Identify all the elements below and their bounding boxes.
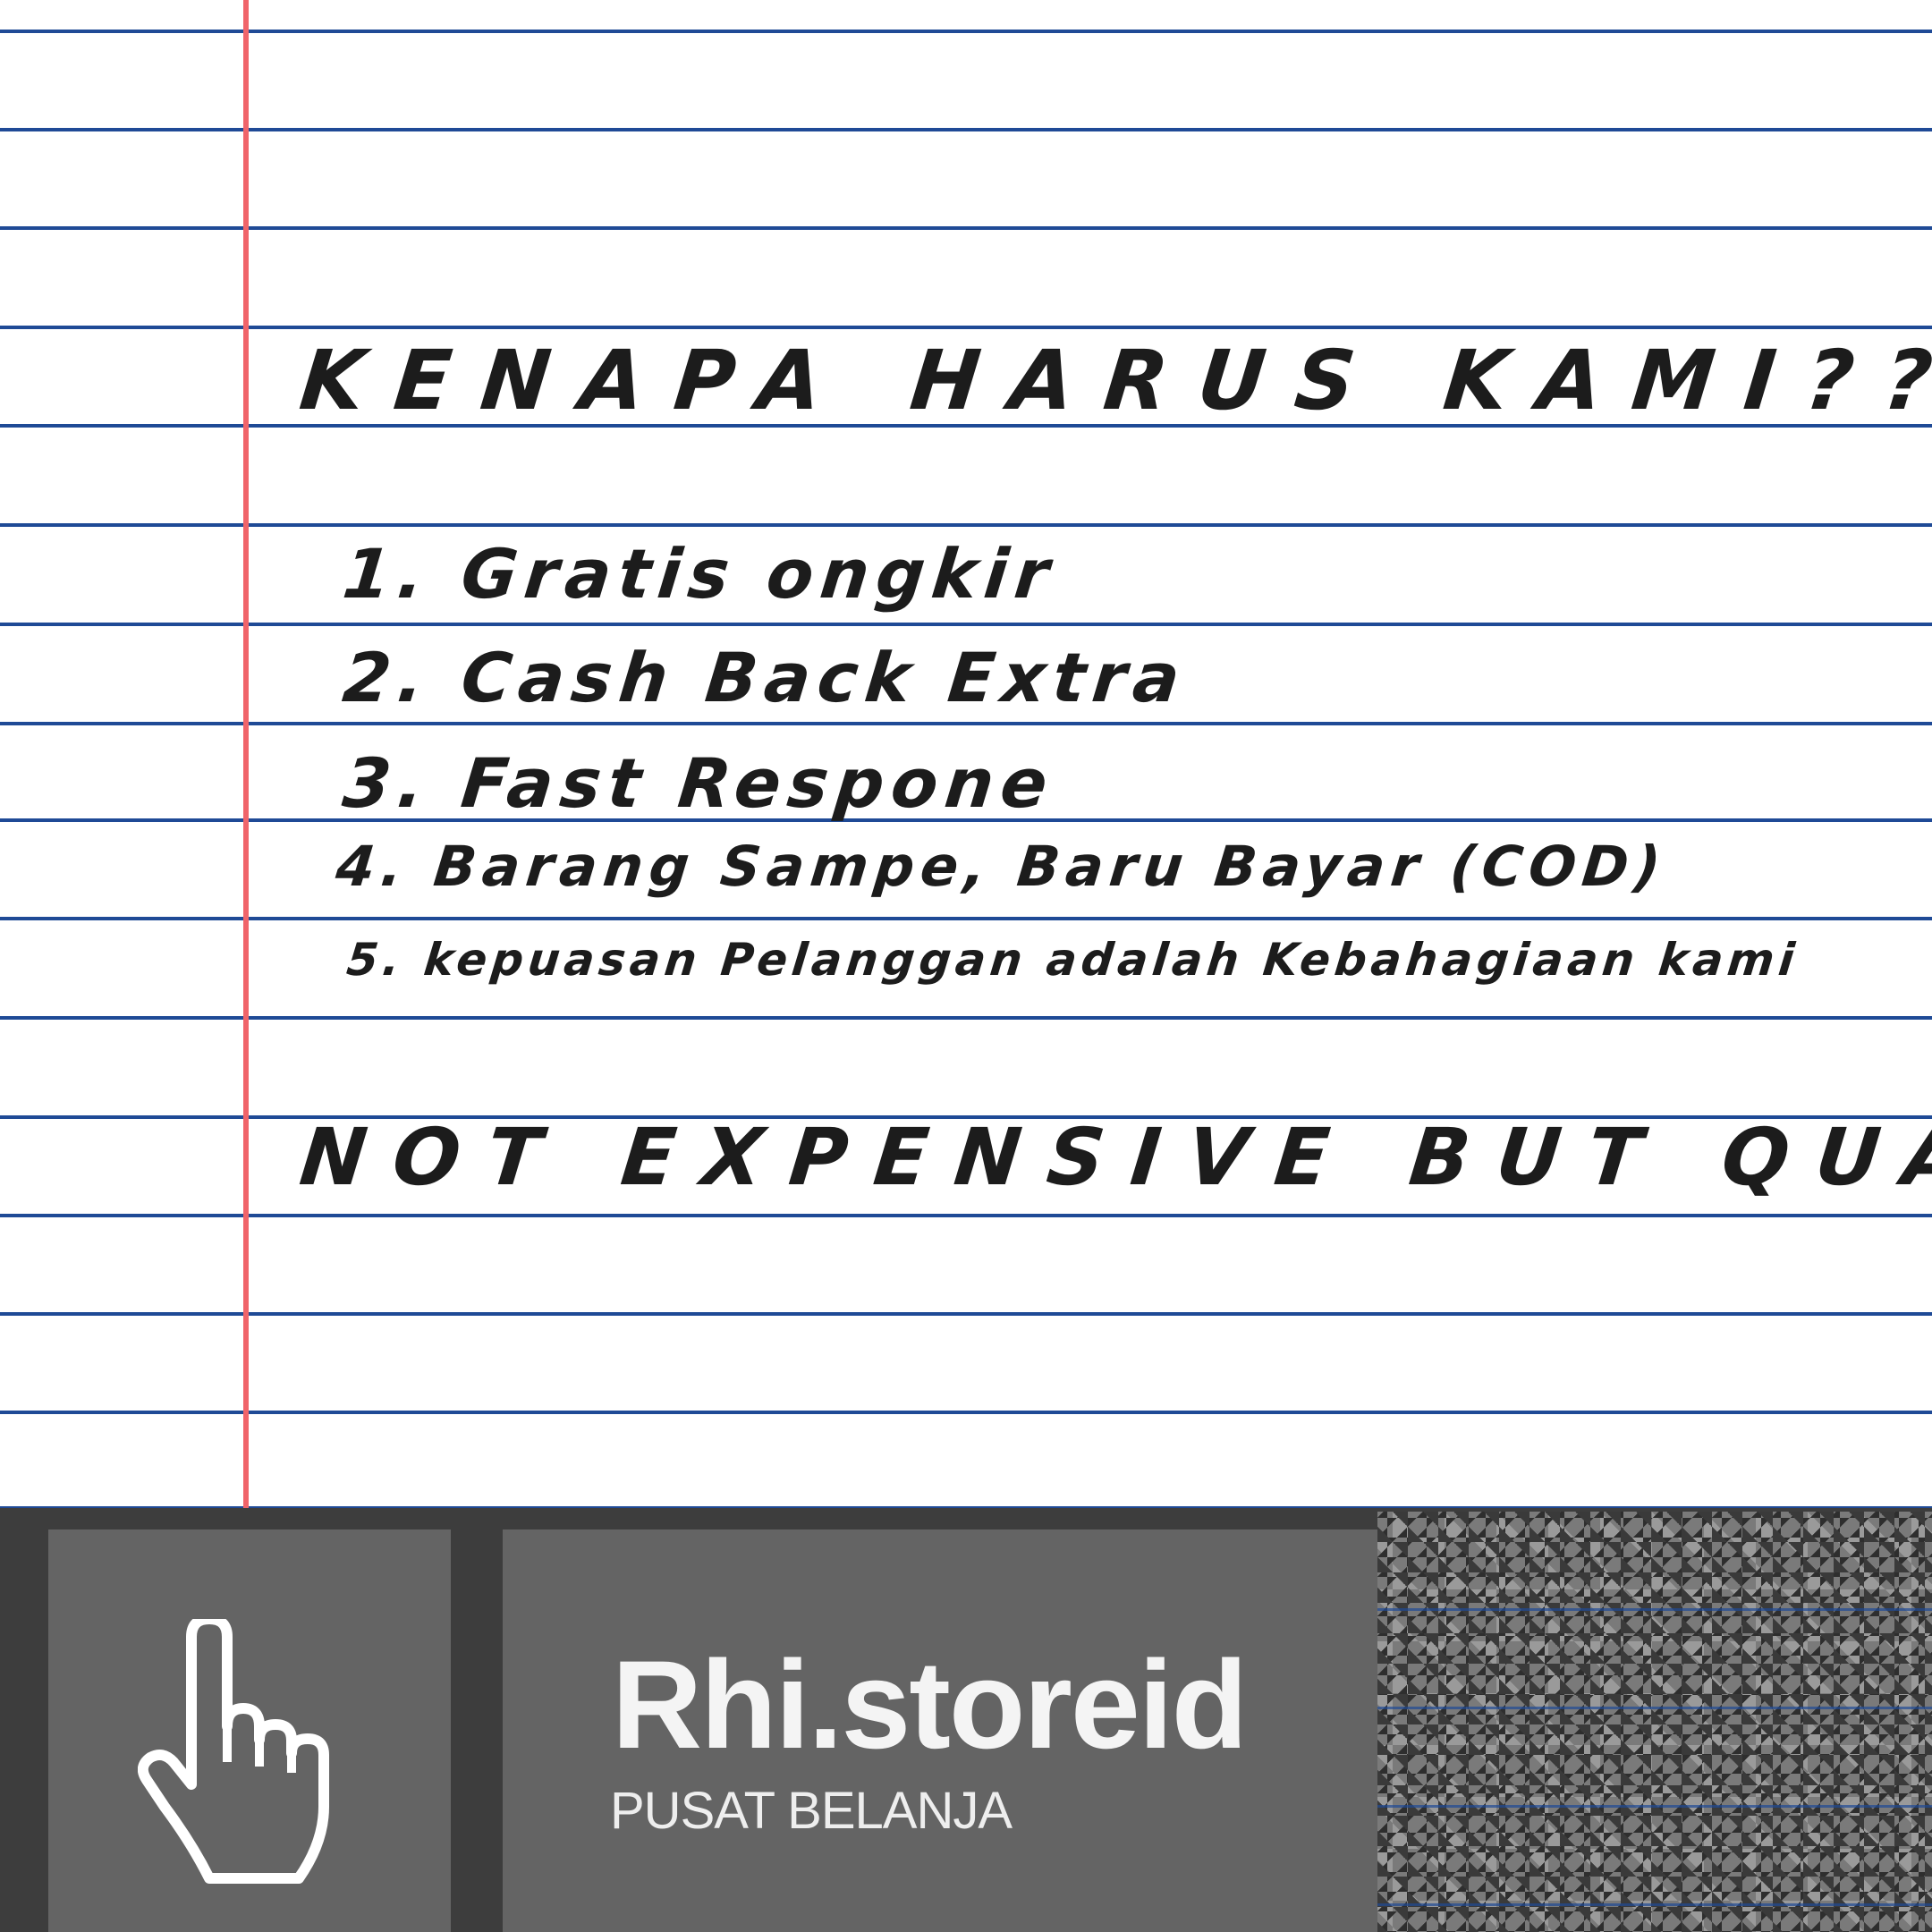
rule-line (0, 1016, 1932, 1020)
rule-line (1377, 1608, 1932, 1611)
rule-line (0, 226, 1932, 230)
rule-line (0, 523, 1932, 527)
glitch-overlay (1377, 1512, 1932, 1932)
rule-line (1377, 1707, 1932, 1709)
margin-line (243, 0, 249, 1508)
promo-image: KENAPA HARUS KAMI?? 1. Gratis ongkir 2. … (0, 0, 1932, 1932)
lined-paper: KENAPA HARUS KAMI?? 1. Gratis ongkir 2. … (0, 0, 1932, 1508)
rule-line (0, 623, 1932, 626)
list-item: 3. Fast Respone (339, 743, 1059, 823)
store-name: Rhi.storeid (612, 1634, 1248, 1775)
rule-line (0, 722, 1932, 725)
rule-line (0, 1411, 1932, 1414)
rule-line (1377, 1805, 1932, 1808)
tagline: NOT EXPENSIVE BUT QUALITY (295, 1111, 1932, 1203)
rule-line (0, 1312, 1932, 1316)
store-subtitle: PUSAT BELANJA (610, 1782, 1013, 1840)
note-heading: KENAPA HARUS KAMI?? (295, 333, 1932, 428)
list-item: 4. Barang Sampe, Baru Bayar (COD) (333, 834, 1670, 899)
rule-line (1377, 1903, 1932, 1906)
rule-line (0, 1214, 1932, 1217)
rule-line (0, 128, 1932, 131)
list-item: 1. Gratis ongkir (339, 534, 1060, 614)
list-item: 2. Cash Back Extra (339, 638, 1191, 717)
list-item: 5. kepuasan Pelanggan adalah Kebahagiaan… (343, 934, 1801, 986)
rule-line (0, 917, 1932, 920)
rule-line (0, 30, 1932, 33)
pointing-hand-icon (138, 1619, 329, 1884)
store-link-button[interactable] (48, 1530, 451, 1932)
rule-line (0, 326, 1932, 329)
